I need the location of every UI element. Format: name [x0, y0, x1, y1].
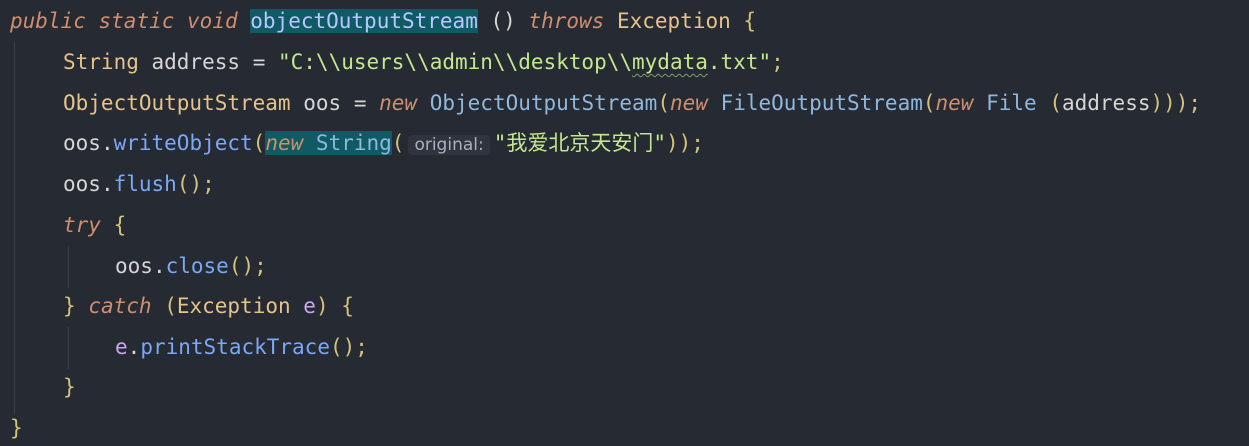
code-line-10[interactable]: } [63, 372, 76, 402]
call-end: (); [228, 254, 267, 278]
indent-guide [68, 327, 69, 369]
open-paren: ( [252, 131, 266, 155]
keyword-new: new [379, 91, 418, 115]
close-brace: } [63, 375, 76, 399]
dot: . [127, 335, 141, 359]
type-string: String [63, 50, 139, 74]
open-brace: { [113, 213, 127, 237]
string-path-typo: mydata [632, 50, 708, 74]
parameter-hint: original: [408, 135, 490, 155]
variable-oos: oos [63, 172, 101, 196]
variable-oos: oos [63, 131, 101, 155]
call-end: (); [176, 172, 215, 196]
type-objectoutputstream: ObjectOutputStream [63, 91, 291, 115]
method-flush: flush [113, 172, 177, 196]
variable-e: e [115, 335, 128, 359]
code-editor[interactable]: public static void objectOutputStream ()… [0, 0, 1249, 446]
call-end: (); [329, 335, 368, 359]
close-paren: ) [315, 294, 329, 318]
parens: () [490, 9, 516, 33]
keyword-new: new [935, 91, 974, 115]
method-writeobject: writeObject [113, 131, 253, 155]
string-literal: "我爱北京天安门" [493, 131, 667, 155]
method-printstacktrace: printStackTrace [140, 335, 330, 359]
dot: . [100, 172, 114, 196]
close-brace: } [10, 416, 23, 440]
variable-oos: oos [303, 91, 342, 115]
method-close: close [165, 254, 229, 278]
code-line-2[interactable]: String address = "C:\\users\\admin\\desk… [63, 47, 784, 77]
open-brace: { [743, 9, 757, 33]
code-line-8[interactable]: } catch (Exception e) { [63, 291, 354, 321]
exception-type: Exception [176, 294, 291, 318]
highlighted-new-string[interactable]: new String [265, 131, 392, 155]
assign: = [252, 50, 266, 74]
exception-type: Exception [616, 9, 731, 33]
semicolon: ; [771, 50, 784, 74]
argument-address: address [1061, 91, 1151, 115]
keyword-new: new [265, 131, 304, 155]
keyword-static: static [98, 9, 175, 33]
close-parens: ))); [1150, 91, 1202, 115]
keyword-throws: throws [528, 9, 605, 33]
close-parens: )); [666, 131, 704, 155]
indent-guide [68, 246, 69, 288]
open-brace: { [341, 294, 354, 318]
code-line-7[interactable]: oos.close(); [115, 251, 267, 281]
open-paren: ( [164, 294, 177, 318]
code-line-11[interactable]: } [10, 413, 23, 443]
class-fileoutputstream: FileOutputStream [720, 91, 923, 115]
class-file: File [986, 91, 1037, 115]
keyword-public: public [10, 9, 86, 33]
variable-address: address [151, 50, 241, 74]
class-objectoutputstream: ObjectOutputStream [429, 91, 658, 115]
indent-guide [14, 42, 15, 414]
keyword-catch: catch [88, 294, 152, 318]
open-paren: ( [657, 91, 670, 115]
code-line-6[interactable]: try { [63, 210, 126, 240]
code-line-1[interactable]: public static void objectOutputStream ()… [10, 6, 756, 36]
string-path-part2: .txt" [707, 50, 772, 74]
parameter-e: e [303, 294, 316, 318]
string-path-part1: "C:\\users\\admin\\desktop\\ [278, 50, 633, 74]
code-line-4[interactable]: oos.writeObject(new String(original: "我爱北… [63, 128, 704, 158]
dot: . [100, 131, 114, 155]
open-paren: ( [922, 91, 936, 115]
code-line-5[interactable]: oos.flush(); [63, 169, 215, 199]
close-brace: } [63, 294, 76, 318]
keyword-new: new [669, 91, 708, 115]
code-line-9[interactable]: e.printStackTrace(); [115, 332, 368, 362]
code-line-3[interactable]: ObjectOutputStream oos = new ObjectOutpu… [63, 88, 1201, 118]
class-string: String [315, 131, 392, 155]
assign: = [353, 91, 367, 115]
open-paren: ( [1036, 91, 1062, 115]
method-name-highlighted[interactable]: objectOutputStream [250, 9, 478, 33]
keyword-try: try [63, 213, 101, 237]
dot: . [152, 254, 166, 278]
open-paren: ( [391, 131, 405, 155]
keyword-void: void [187, 9, 238, 33]
variable-oos: oos [115, 254, 153, 278]
